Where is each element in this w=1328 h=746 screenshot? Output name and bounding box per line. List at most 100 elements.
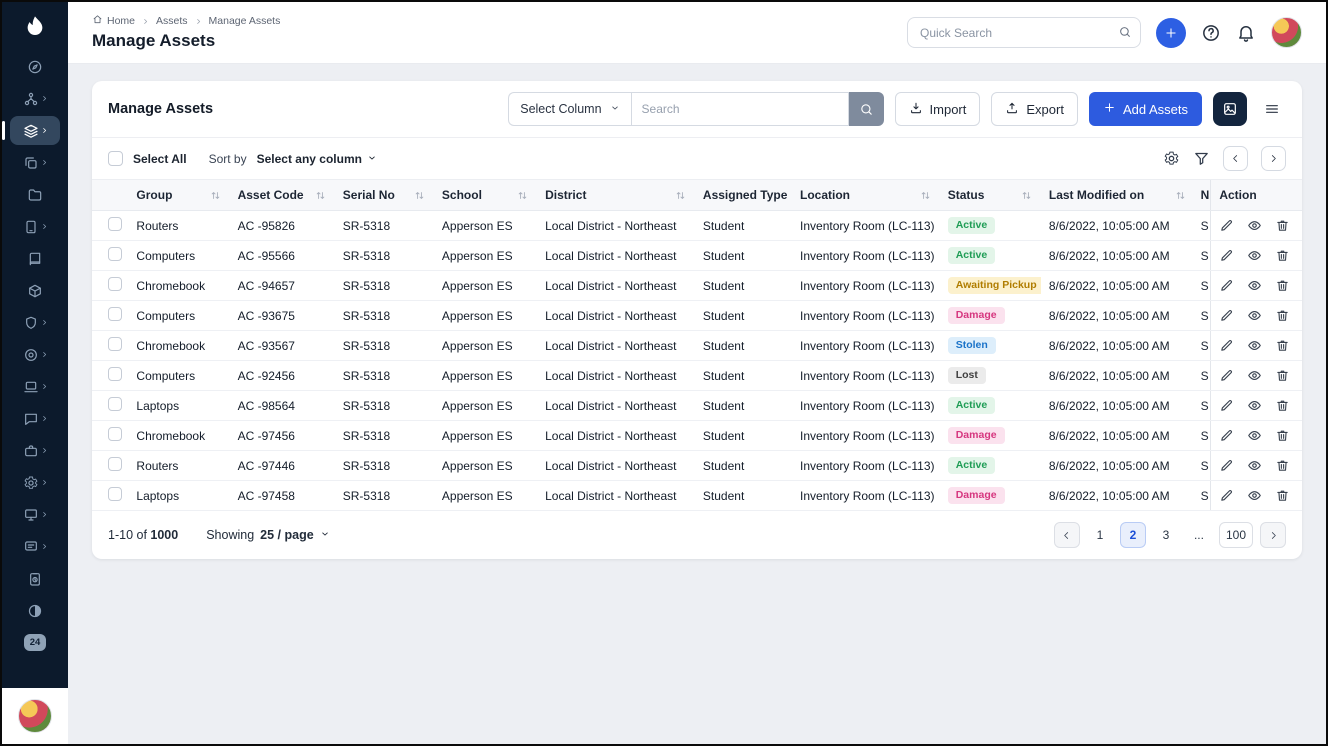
sidebar-item-folder[interactable] bbox=[10, 180, 60, 209]
menu-button[interactable] bbox=[1258, 92, 1286, 126]
notifications-bell-icon[interactable] bbox=[1236, 23, 1256, 43]
page-button-1[interactable]: 1 bbox=[1087, 522, 1113, 548]
table-settings-gear-icon[interactable] bbox=[1163, 150, 1180, 167]
export-button[interactable]: Export bbox=[991, 92, 1078, 126]
quick-add-button[interactable] bbox=[1156, 18, 1186, 48]
column-header-assigned_type[interactable]: Assigned Type bbox=[695, 180, 792, 211]
sidebar-item-settings[interactable] bbox=[10, 468, 60, 497]
delete-trash-icon[interactable] bbox=[1275, 218, 1290, 233]
edit-icon[interactable] bbox=[1219, 428, 1234, 443]
breadcrumb-item[interactable]: Home bbox=[92, 14, 135, 28]
sort-icon[interactable] bbox=[314, 189, 327, 202]
scroll-right-button[interactable] bbox=[1261, 146, 1286, 171]
delete-trash-icon[interactable] bbox=[1275, 248, 1290, 263]
page-size-dropdown[interactable]: Showing 25 / page bbox=[206, 528, 329, 542]
sort-icon[interactable] bbox=[919, 189, 932, 202]
table-search-input[interactable] bbox=[631, 92, 849, 126]
delete-trash-icon[interactable] bbox=[1275, 488, 1290, 503]
column-header-location[interactable]: Location bbox=[792, 180, 940, 211]
sort-icon[interactable] bbox=[413, 189, 426, 202]
import-button[interactable]: Import bbox=[895, 92, 981, 126]
breadcrumb-item[interactable]: Manage Assets bbox=[209, 15, 281, 27]
row-checkbox[interactable] bbox=[108, 337, 122, 351]
row-checkbox[interactable] bbox=[108, 457, 122, 471]
delete-trash-icon[interactable] bbox=[1275, 398, 1290, 413]
column-header-school[interactable]: School bbox=[434, 180, 537, 211]
view-eye-icon[interactable] bbox=[1247, 428, 1262, 443]
delete-trash-icon[interactable] bbox=[1275, 308, 1290, 323]
edit-icon[interactable] bbox=[1219, 338, 1234, 353]
row-checkbox[interactable] bbox=[108, 427, 122, 441]
column-header-serial_no[interactable]: Serial No bbox=[335, 180, 434, 211]
select-all-checkbox[interactable] bbox=[108, 151, 123, 166]
edit-icon[interactable] bbox=[1219, 458, 1234, 473]
scan-button[interactable] bbox=[1213, 92, 1247, 126]
quick-search-input[interactable] bbox=[907, 17, 1141, 48]
row-checkbox[interactable] bbox=[108, 277, 122, 291]
sort-icon[interactable] bbox=[1020, 189, 1033, 202]
delete-trash-icon[interactable] bbox=[1275, 278, 1290, 293]
edit-icon[interactable] bbox=[1219, 218, 1234, 233]
view-eye-icon[interactable] bbox=[1247, 218, 1262, 233]
column-header-group[interactable]: Group bbox=[128, 180, 229, 211]
next-page-button[interactable] bbox=[1260, 522, 1286, 548]
help-icon[interactable] bbox=[1201, 23, 1221, 43]
sidebar-item-compass[interactable] bbox=[10, 52, 60, 81]
select-column-dropdown[interactable]: Select Column bbox=[508, 92, 630, 126]
delete-trash-icon[interactable] bbox=[1275, 458, 1290, 473]
page-button-3[interactable]: 3 bbox=[1153, 522, 1179, 548]
sort-icon[interactable] bbox=[209, 189, 222, 202]
breadcrumb-item[interactable]: Assets bbox=[156, 15, 188, 27]
sort-icon[interactable] bbox=[674, 189, 687, 202]
page-button-...[interactable]: ... bbox=[1186, 522, 1212, 548]
sidebar-item-monitor[interactable] bbox=[10, 500, 60, 529]
sort-icon[interactable] bbox=[791, 189, 792, 202]
edit-icon[interactable] bbox=[1219, 278, 1234, 293]
sidebar-item-target[interactable] bbox=[10, 340, 60, 369]
view-eye-icon[interactable] bbox=[1247, 368, 1262, 383]
sidebar-item-org[interactable] bbox=[10, 84, 60, 113]
edit-icon[interactable] bbox=[1219, 248, 1234, 263]
search-button[interactable] bbox=[849, 92, 884, 126]
view-eye-icon[interactable] bbox=[1247, 308, 1262, 323]
column-header-status[interactable]: Status bbox=[940, 180, 1041, 211]
app-logo-icon[interactable] bbox=[20, 12, 50, 42]
edit-icon[interactable] bbox=[1219, 368, 1234, 383]
view-eye-icon[interactable] bbox=[1247, 398, 1262, 413]
sidebar-item-layers[interactable] bbox=[10, 116, 60, 145]
sidebar-item-copies[interactable] bbox=[10, 148, 60, 177]
delete-trash-icon[interactable] bbox=[1275, 428, 1290, 443]
sort-icon[interactable] bbox=[1174, 189, 1187, 202]
page-button-2[interactable]: 2 bbox=[1120, 522, 1146, 548]
row-checkbox[interactable] bbox=[108, 217, 122, 231]
view-eye-icon[interactable] bbox=[1247, 338, 1262, 353]
edit-icon[interactable] bbox=[1219, 308, 1234, 323]
sidebar-item-book[interactable] bbox=[10, 244, 60, 273]
view-eye-icon[interactable] bbox=[1247, 488, 1262, 503]
user-avatar[interactable] bbox=[1271, 17, 1302, 48]
column-header-last_modified[interactable]: Last Modified on bbox=[1041, 180, 1195, 211]
row-checkbox[interactable] bbox=[108, 397, 122, 411]
sidebar-item-package[interactable] bbox=[10, 276, 60, 305]
delete-trash-icon[interactable] bbox=[1275, 368, 1290, 383]
edit-icon[interactable] bbox=[1219, 488, 1234, 503]
sidebar-item-chat[interactable] bbox=[10, 404, 60, 433]
view-eye-icon[interactable] bbox=[1247, 278, 1262, 293]
filter-icon[interactable] bbox=[1193, 150, 1210, 167]
sidebar-item-badge[interactable] bbox=[10, 308, 60, 337]
row-checkbox[interactable] bbox=[108, 307, 122, 321]
edit-icon[interactable] bbox=[1219, 398, 1234, 413]
sort-icon[interactable] bbox=[516, 189, 529, 202]
add-assets-button[interactable]: Add Assets bbox=[1089, 92, 1202, 126]
prev-page-button[interactable] bbox=[1054, 522, 1080, 548]
page-button-100[interactable]: 100 bbox=[1219, 522, 1253, 548]
sidebar-item-clipboard[interactable] bbox=[10, 564, 60, 593]
sidebar-item-badge-24[interactable]: 24 bbox=[10, 628, 60, 657]
sidebar-item-message[interactable] bbox=[10, 532, 60, 561]
row-checkbox[interactable] bbox=[108, 487, 122, 501]
scroll-left-button[interactable] bbox=[1223, 146, 1248, 171]
sidebar-item-briefcase[interactable] bbox=[10, 436, 60, 465]
sidebar-user-avatar[interactable] bbox=[18, 699, 52, 733]
delete-trash-icon[interactable] bbox=[1275, 338, 1290, 353]
view-eye-icon[interactable] bbox=[1247, 458, 1262, 473]
